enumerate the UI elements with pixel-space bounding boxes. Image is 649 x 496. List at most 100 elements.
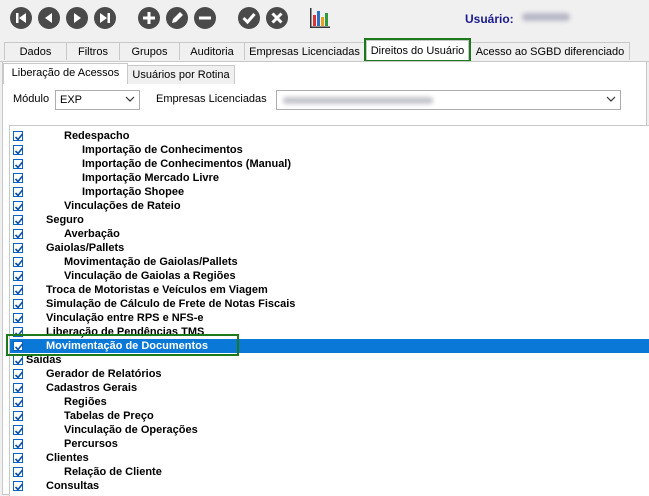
tree-row[interactable]: Tabelas de Preço — [10, 409, 649, 423]
remove-button[interactable] — [194, 7, 216, 29]
checkbox[interactable] — [13, 173, 24, 183]
tree-row[interactable]: Vinculação entre RPS e NFS-e — [10, 311, 649, 325]
tree-row[interactable]: Redespacho — [10, 129, 649, 143]
checkbox[interactable] — [13, 411, 24, 421]
previous-record-button[interactable] — [38, 7, 60, 29]
skip-last-icon — [100, 13, 110, 23]
confirm-button[interactable] — [238, 7, 260, 29]
first-record-button[interactable] — [10, 7, 32, 29]
tree-row[interactable]: Cadastros Gerais — [10, 381, 649, 395]
tree-row-label: Importação Shopee — [82, 186, 185, 198]
modulo-select[interactable]: EXP — [55, 90, 140, 110]
check-icon — [242, 13, 256, 25]
tree-row[interactable]: Vinculação de Operações — [10, 423, 649, 437]
tree-row[interactable]: Percursos — [10, 437, 649, 451]
selected-row-highlight-box — [6, 334, 239, 356]
checkbox[interactable] — [13, 215, 24, 225]
tree-row[interactable]: Relação de Cliente — [10, 465, 649, 479]
next-record-button[interactable] — [66, 7, 88, 29]
tree-row-label: Cadastros Gerais — [46, 382, 138, 394]
checkbox[interactable] — [13, 243, 24, 253]
checkbox[interactable] — [13, 369, 24, 379]
checkbox[interactable] — [13, 131, 24, 141]
add-button[interactable] — [138, 7, 160, 29]
next-icon — [74, 13, 81, 23]
check-icon — [14, 483, 24, 491]
checkbox[interactable] — [13, 201, 24, 211]
checkbox[interactable] — [13, 425, 24, 435]
checkbox[interactable] — [13, 481, 24, 491]
check-icon — [14, 217, 24, 225]
checkbox[interactable] — [13, 299, 24, 309]
checkbox[interactable] — [13, 439, 24, 449]
tree-row[interactable]: Averbação — [10, 227, 649, 241]
subtab-usuarios-por-rotina[interactable]: Usuários por Rotina — [127, 65, 235, 84]
check-icon — [14, 315, 24, 323]
check-icon — [14, 231, 24, 239]
check-icon — [14, 469, 24, 477]
bar-chart-icon — [310, 8, 330, 28]
tree-row[interactable]: Troca de Motoristas e Veículos em Viagem — [10, 283, 649, 297]
tree-row-label: Vinculações de Rateio — [64, 200, 181, 212]
tree-row-label: Gaiolas/Pallets — [46, 242, 125, 254]
empresas-licenciadas-select[interactable] — [276, 90, 621, 110]
tree-row[interactable]: Clientes — [10, 451, 649, 465]
tab-grupos[interactable]: Grupos — [119, 42, 180, 60]
tab-filtros[interactable]: Filtros — [66, 42, 120, 60]
checkbox[interactable] — [13, 145, 24, 155]
check-icon — [14, 273, 24, 281]
tree-row-label: Importação de Conhecimentos — [82, 144, 243, 156]
toolbar: Usuário: — [0, 0, 649, 38]
user-name-redacted — [522, 13, 570, 21]
checkbox[interactable] — [13, 383, 24, 393]
tree-row[interactable]: Vinculação de Gaiolas a Regiões — [10, 269, 649, 283]
check-icon — [14, 357, 24, 365]
tab-auditoria[interactable]: Auditoria — [179, 42, 245, 60]
checkbox[interactable] — [13, 187, 24, 197]
check-icon — [14, 413, 24, 421]
filter-bar: Módulo EXP Empresas Licenciadas — [3, 84, 646, 120]
tree-row[interactable]: Importação Mercado Livre — [10, 171, 649, 185]
checkbox[interactable] — [13, 453, 24, 463]
tree-row-label: Consultas — [46, 480, 100, 492]
user-label: Usuário: — [465, 12, 514, 26]
checkbox[interactable] — [13, 271, 24, 281]
tree-row[interactable]: Simulação de Cálculo de Frete de Notas F… — [10, 297, 649, 311]
tree-row[interactable]: Seguro — [10, 213, 649, 227]
tab-acesso-sgbd[interactable]: Acesso ao SGBD diferenciado — [470, 42, 630, 60]
check-icon — [14, 455, 24, 463]
checkbox[interactable] — [13, 397, 24, 407]
tree-row-label: Importação de Conhecimentos (Manual) — [82, 158, 292, 170]
cancel-button[interactable] — [266, 7, 288, 29]
chevron-down-icon — [125, 96, 135, 102]
close-icon — [271, 12, 283, 24]
checkbox[interactable] — [13, 313, 24, 323]
report-button[interactable] — [308, 6, 332, 30]
check-icon — [14, 245, 24, 253]
checkbox[interactable] — [13, 159, 24, 169]
tree-row[interactable]: Regiões — [10, 395, 649, 409]
checkbox[interactable] — [13, 285, 24, 295]
tree-row-label: Relação de Cliente — [64, 466, 162, 478]
tree-row[interactable]: Consultas — [10, 479, 649, 493]
access-tree[interactable]: Redespacho Importação de Conhecimentos Imp… — [9, 125, 649, 496]
main-tabs: Dados Filtros Grupos Auditoria Empresas … — [0, 40, 649, 62]
tree-row[interactable]: Importação Shopee — [10, 185, 649, 199]
subtab-liberacao-acessos[interactable]: Liberação de Acessos — [3, 63, 128, 85]
checkbox[interactable] — [13, 257, 24, 267]
checkbox[interactable] — [13, 467, 24, 477]
tab-empresas-licenciadas[interactable]: Empresas Licenciadas — [244, 42, 365, 60]
check-icon — [14, 427, 24, 435]
tab-dados[interactable]: Dados — [4, 42, 67, 60]
last-record-button[interactable] — [94, 7, 116, 29]
tree-row[interactable]: Gaiolas/Pallets — [10, 241, 649, 255]
tree-row[interactable]: Gerador de Relatórios — [10, 367, 649, 381]
tree-row[interactable]: Movimentação de Gaiolas/Pallets — [10, 255, 649, 269]
empresas-value-redacted — [283, 97, 433, 104]
tree-row[interactable]: Vinculações de Rateio — [10, 199, 649, 213]
checkbox[interactable] — [13, 355, 24, 365]
edit-button[interactable] — [166, 7, 188, 29]
tree-row[interactable]: Importação de Conhecimentos — [10, 143, 649, 157]
tree-row[interactable]: Importação de Conhecimentos (Manual) — [10, 157, 649, 171]
checkbox[interactable] — [13, 229, 24, 239]
